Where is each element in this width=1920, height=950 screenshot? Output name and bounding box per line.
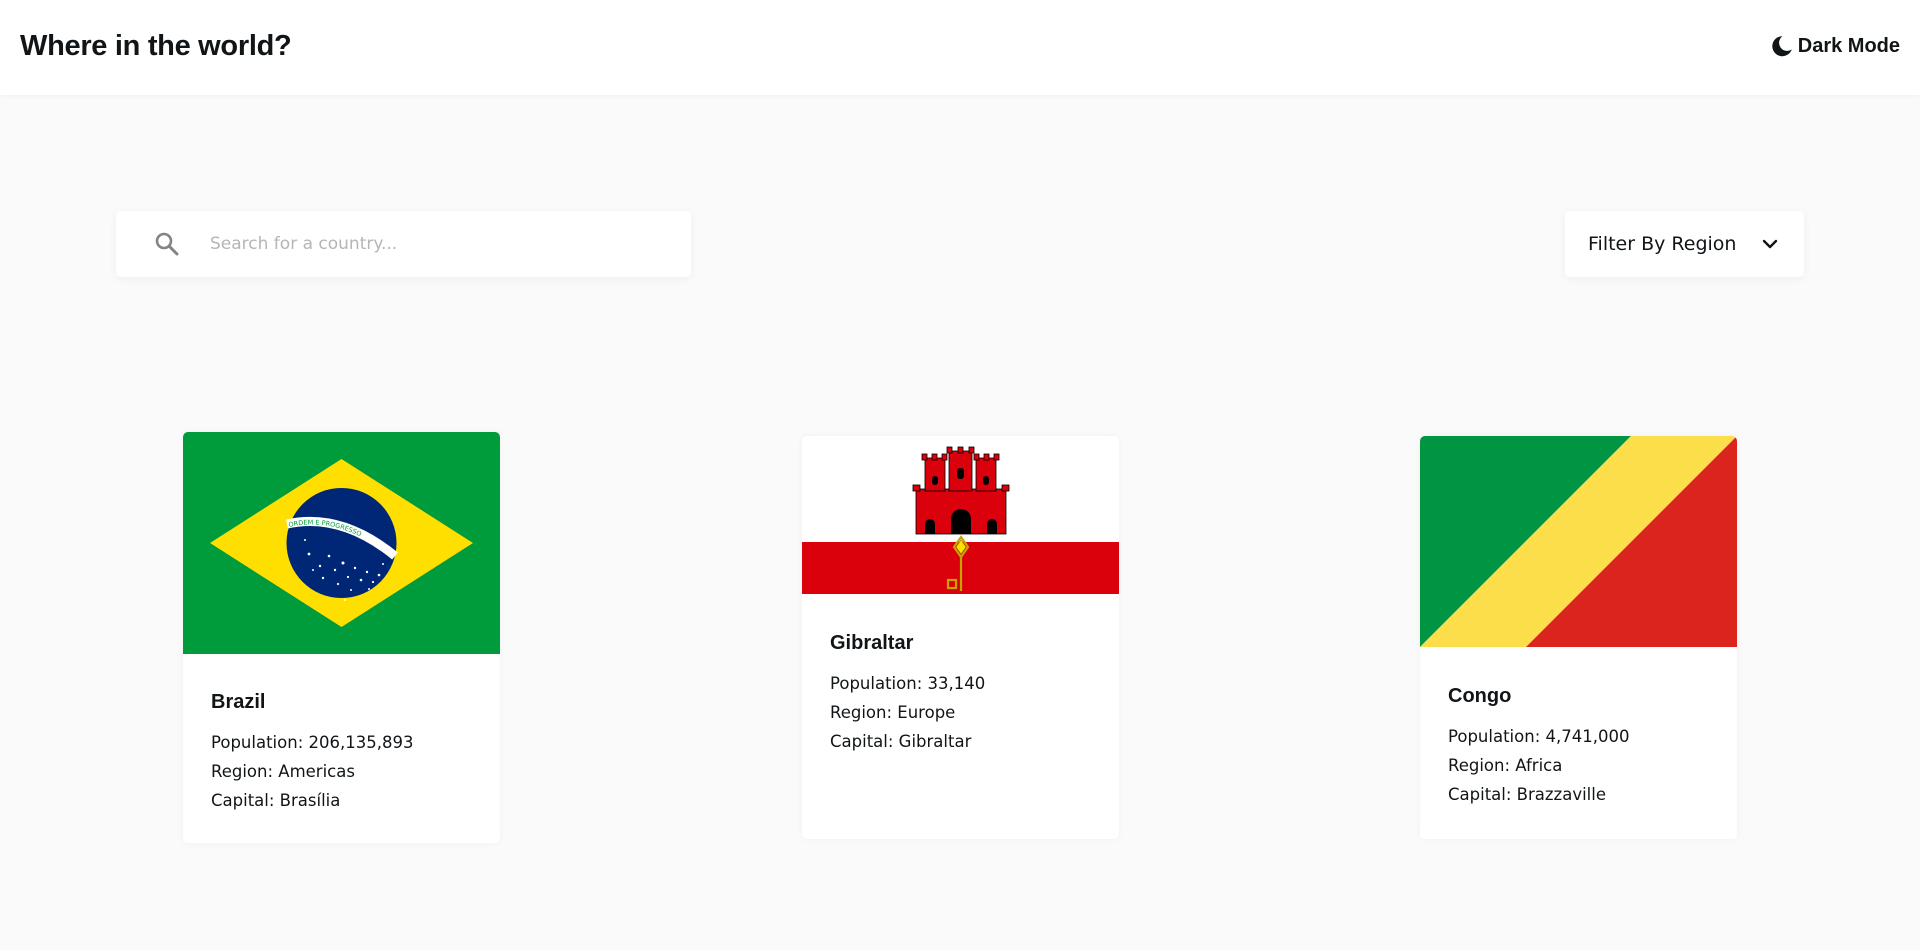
filter-label: Filter By Region [1588, 233, 1737, 255]
capital-label: Capital: [211, 791, 275, 810]
population-value: 33,140 [927, 674, 986, 693]
capital-line: Capital: Brasília [211, 786, 472, 815]
population-label: Population: [830, 674, 923, 693]
region-value: Americas [278, 762, 355, 781]
capital-label: Capital: [1448, 785, 1512, 804]
region-filter-dropdown[interactable]: Filter By Region [1565, 211, 1804, 277]
app-title: Where in the world? [20, 30, 292, 62]
flag-image-congo [1420, 436, 1737, 647]
top-bar: Where in the world? Dark Mode [0, 0, 1920, 95]
region-value: Europe [897, 703, 956, 722]
dark-mode-toggle[interactable]: Dark Mode [1770, 34, 1900, 58]
country-name: Brazil [211, 691, 266, 713]
capital-value: Brazzaville [1516, 785, 1606, 804]
population-value: 4,741,000 [1545, 727, 1630, 746]
search-icon [155, 232, 179, 256]
capital-value: Gibraltar [898, 732, 972, 751]
capital-label: Capital: [830, 732, 894, 751]
population-line: Population: 33,140 [830, 669, 1091, 698]
search-input[interactable] [210, 229, 650, 259]
country-name: Congo [1448, 685, 1512, 707]
country-card-gibraltar[interactable]: Gibraltar Population: 33,140 Region: Eur… [802, 436, 1119, 839]
country-card-brazil[interactable]: ORDEM E PROGRESSO Brazil Population: 206… [183, 432, 500, 843]
capital-line: Capital: Brazzaville [1448, 780, 1709, 809]
flag-image-gibraltar [802, 436, 1119, 594]
region-line: Region: Africa [1448, 751, 1709, 780]
capital-value: Brasília [279, 791, 341, 810]
search-bar[interactable] [116, 211, 691, 277]
flag-image-brazil: ORDEM E PROGRESSO [183, 432, 500, 654]
region-line: Region: Americas [211, 757, 472, 786]
country-name: Gibraltar [830, 632, 914, 654]
region-label: Region: [211, 762, 274, 781]
population-label: Population: [1448, 727, 1541, 746]
chevron-down-icon [1762, 239, 1778, 249]
region-label: Region: [830, 703, 893, 722]
country-card-congo[interactable]: Congo Population: 4,741,000 Region: Afri… [1420, 436, 1737, 839]
population-line: Population: 206,135,893 [211, 728, 472, 757]
moon-icon [1772, 36, 1792, 57]
population-line: Population: 4,741,000 [1448, 722, 1709, 751]
region-line: Region: Europe [830, 698, 1091, 727]
region-value: Africa [1515, 756, 1563, 775]
population-value: 206,135,893 [308, 733, 414, 752]
region-label: Region: [1448, 756, 1511, 775]
capital-line: Capital: Gibraltar [830, 727, 1091, 756]
population-label: Population: [211, 733, 304, 752]
dark-mode-label: Dark Mode [1797, 34, 1900, 57]
